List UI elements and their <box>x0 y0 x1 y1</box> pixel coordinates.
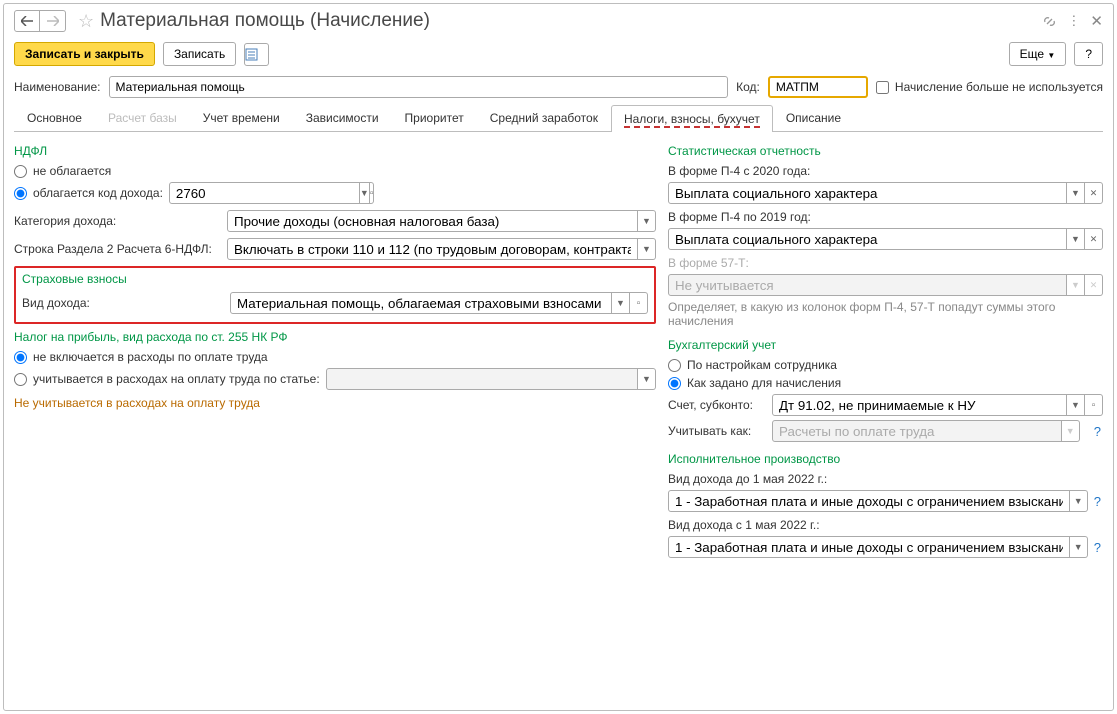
nav-forward-button[interactable] <box>40 10 66 32</box>
stat-p4-2020-dropdown[interactable]: ▼ <box>1067 182 1085 204</box>
ndfl-line-select[interactable] <box>227 238 638 260</box>
bu-opt2-label: Как задано для начисления <box>687 376 841 390</box>
stat-p57-label: В форме 57-Т: <box>668 256 1103 270</box>
exec-title: Исполнительное производство <box>668 452 1103 466</box>
stat-p4-2020-clear[interactable]: ✕ <box>1085 182 1103 204</box>
stat-p4-2019-label: В форме П-4 по 2019 год: <box>668 210 1103 224</box>
ndfl-title: НДФЛ <box>14 144 656 158</box>
help-button[interactable]: ? <box>1074 42 1103 66</box>
ndfl-cat-dropdown[interactable]: ▼ <box>638 210 656 232</box>
exec-before-label: Вид дохода до 1 мая 2022 г.: <box>668 472 1103 486</box>
exec-after-dropdown[interactable]: ▼ <box>1070 536 1088 558</box>
ndfl-line-dropdown[interactable]: ▼ <box>638 238 656 260</box>
inactive-label: Начисление больше не используется <box>895 80 1103 94</box>
save-close-button[interactable]: Записать и закрыть <box>14 42 155 66</box>
exec-after-label: Вид дохода с 1 мая 2022 г.: <box>668 518 1103 532</box>
insurance-kind-open[interactable]: ▫ <box>630 292 648 314</box>
ndfl-cat-select[interactable] <box>227 210 638 232</box>
tab-deps[interactable]: Зависимости <box>293 104 392 131</box>
insurance-kind-select[interactable] <box>230 292 612 314</box>
exec-before-help[interactable]: ? <box>1092 494 1103 509</box>
list-icon <box>245 48 258 61</box>
tab-main[interactable]: Основное <box>14 104 95 131</box>
nav-back-button[interactable] <box>14 10 40 32</box>
tab-time[interactable]: Учет времени <box>190 104 293 131</box>
profit-opt2-label: учитывается в расходах на оплату труда п… <box>33 372 320 386</box>
bu-opt2-radio[interactable] <box>668 377 681 390</box>
stat-hint: Определяет, в какую из колонок форм П-4,… <box>668 300 1103 328</box>
window-title: Материальная помощь (Начисление) <box>100 10 430 32</box>
ndfl-nottax-label: не облагается <box>33 164 111 178</box>
ndfl-code-input[interactable] <box>169 182 360 204</box>
exec-after-select[interactable] <box>668 536 1070 558</box>
bu-acc-label: Счет, субконто: <box>668 398 764 412</box>
stat-p4-2020-label: В форме П-4 с 2020 года: <box>668 164 1103 178</box>
insurance-highlight-box: Страховые взносы Вид дохода: ▼ ▫ <box>14 266 656 324</box>
save-button[interactable]: Записать <box>163 42 236 66</box>
bu-calc-select[interactable] <box>772 420 1062 442</box>
ndfl-code-open[interactable]: ▫ <box>370 182 375 204</box>
favorite-star-icon[interactable]: ☆ <box>78 11 94 32</box>
code-label: Код: <box>736 80 760 94</box>
profit-opt1-radio[interactable] <box>14 351 27 364</box>
chevron-down-icon: ▼ <box>1047 51 1055 60</box>
bu-calc-dropdown[interactable]: ▼ <box>1062 420 1080 442</box>
profit-article-select[interactable] <box>326 368 638 390</box>
insurance-kind-label: Вид дохода: <box>22 296 222 310</box>
bu-opt1-label: По настройкам сотрудника <box>687 358 837 372</box>
stat-p57-dropdown[interactable]: ▼ <box>1067 274 1085 296</box>
code-input[interactable] <box>768 76 868 98</box>
arrow-right-icon <box>47 16 59 26</box>
close-icon[interactable]: ✕ <box>1090 12 1103 30</box>
bu-acc-open[interactable]: ▫ <box>1085 394 1103 416</box>
ndfl-line-label: Строка Раздела 2 Расчета 6-НДФЛ: <box>14 242 219 256</box>
stat-p4-2020-select[interactable] <box>668 182 1067 204</box>
link-icon[interactable] <box>1042 14 1057 29</box>
name-input[interactable] <box>109 76 729 98</box>
bu-calc-label: Учитывать как: <box>668 424 764 438</box>
stat-p57-clear[interactable]: ✕ <box>1085 274 1103 296</box>
ndfl-tax-radio[interactable] <box>14 187 27 200</box>
ndfl-nottax-radio[interactable] <box>14 165 27 178</box>
profit-note: Не учитывается в расходах на оплату труд… <box>14 396 656 410</box>
ndfl-cat-label: Категория дохода: <box>14 214 219 228</box>
profit-article-dropdown[interactable]: ▼ <box>638 368 656 390</box>
structure-button[interactable] <box>244 43 269 66</box>
stat-p4-2019-dropdown[interactable]: ▼ <box>1067 228 1085 250</box>
bu-calc-help[interactable]: ? <box>1092 424 1103 439</box>
stat-p57-select[interactable] <box>668 274 1067 296</box>
kebab-menu-icon[interactable]: ⋮ <box>1067 13 1080 29</box>
stat-p4-2019-clear[interactable]: ✕ <box>1085 228 1103 250</box>
name-label: Наименование: <box>14 80 101 94</box>
stat-p4-2019-select[interactable] <box>668 228 1067 250</box>
bu-title: Бухгалтерский учет <box>668 338 1103 352</box>
exec-before-select[interactable] <box>668 490 1070 512</box>
bu-opt1-radio[interactable] <box>668 359 681 372</box>
profit-title: Налог на прибыль, вид расхода по ст. 255… <box>14 330 656 344</box>
more-button[interactable]: Еще ▼ <box>1009 42 1067 66</box>
tab-bar: Основное Расчет базы Учет времени Зависи… <box>14 104 1103 132</box>
tab-desc[interactable]: Описание <box>773 104 854 131</box>
exec-after-help[interactable]: ? <box>1092 540 1103 555</box>
exec-before-dropdown[interactable]: ▼ <box>1070 490 1088 512</box>
insurance-title: Страховые взносы <box>22 272 648 286</box>
arrow-left-icon <box>21 16 33 26</box>
tab-avg[interactable]: Средний заработок <box>477 104 611 131</box>
profit-opt2-radio[interactable] <box>14 373 27 386</box>
ndfl-code-dropdown[interactable]: ▼ <box>360 182 370 204</box>
bu-acc-select[interactable] <box>772 394 1067 416</box>
tab-taxes[interactable]: Налоги, взносы, бухучет <box>611 105 773 132</box>
stat-title: Статистическая отчетность <box>668 144 1103 158</box>
ndfl-tax-label: облагается код дохода: <box>33 186 163 200</box>
inactive-checkbox[interactable] <box>876 81 889 94</box>
profit-opt1-label: не включается в расходы по оплате труда <box>33 350 268 364</box>
tab-priority[interactable]: Приоритет <box>392 104 477 131</box>
insurance-kind-dropdown[interactable]: ▼ <box>612 292 630 314</box>
bu-acc-dropdown[interactable]: ▼ <box>1067 394 1085 416</box>
tab-base[interactable]: Расчет базы <box>95 104 190 131</box>
